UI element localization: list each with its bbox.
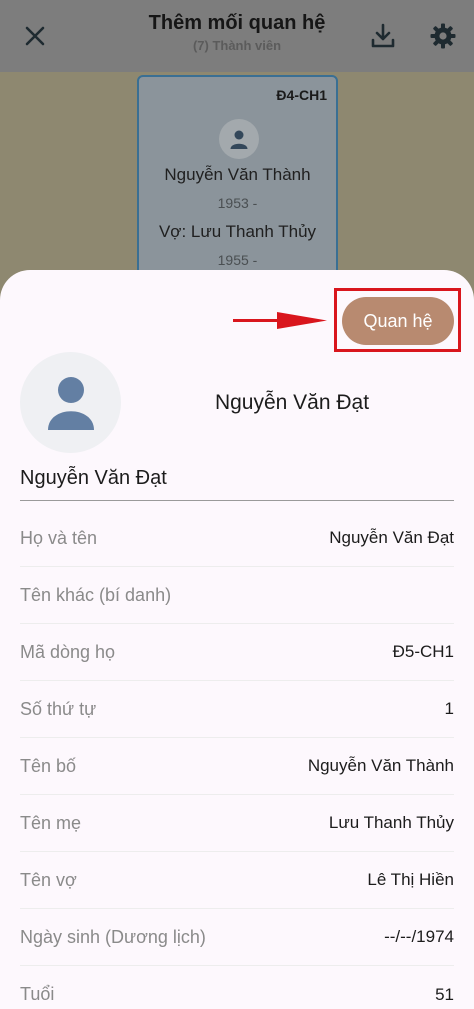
relation-button[interactable]: Quan hệ (342, 297, 454, 345)
profile-name: Nguyễn Văn Đạt (214, 391, 370, 414)
detail-label: Số thứ tự (20, 698, 97, 719)
person-icon (230, 130, 248, 149)
app-bar: Thêm mối quan hệ (7) Thành viên (0, 0, 474, 72)
member-name: Nguyễn Văn Thành (164, 165, 311, 184)
download-button[interactable] (365, 18, 401, 54)
detail-label: Tên khác (bí danh) (20, 584, 172, 605)
detail-row-order: Số thứ tự 1 (20, 681, 454, 738)
detail-row-lineage-code: Mã dòng họ Đ5-CH1 (20, 624, 454, 681)
member-count: (7) Thành viên (192, 38, 282, 53)
detail-value: Lê Thị Hiền (367, 870, 454, 889)
arrow-right-icon (233, 312, 327, 329)
detail-row-alias: Tên khác (bí danh) (20, 567, 454, 624)
detail-value: Lưu Thanh Thủy (328, 813, 454, 832)
detail-value: Nguyễn Văn Đạt (329, 528, 454, 547)
detail-label: Tên vợ (20, 869, 77, 890)
member-card[interactable]: Đ4-CH1 Nguyễn Văn Thành 1953 - Vợ: Lưu T… (137, 75, 338, 290)
avatar (219, 119, 259, 159)
detail-label: Họ và tên (20, 527, 98, 548)
detail-row-wife: Tên vợ Lê Thị Hiền (20, 852, 454, 909)
detail-value: Đ5-CH1 (392, 642, 454, 661)
member-code: Đ4-CH1 (276, 87, 327, 103)
detail-value: Nguyễn Văn Thành (307, 756, 454, 775)
detail-row-father: Tên bố Nguyễn Văn Thành (20, 738, 454, 795)
title-block: Thêm mối quan hệ (7) Thành viên (0, 12, 474, 53)
settings-button[interactable] (425, 18, 461, 54)
detail-value: --/--/1974 (384, 927, 454, 946)
detail-label: Mã dòng họ (20, 641, 116, 662)
detail-label: Tên bố (20, 755, 77, 776)
detail-label: Tên mẹ (20, 812, 82, 833)
detail-row-full-name: Họ và tên Nguyễn Văn Đạt (20, 510, 454, 567)
detail-value: 51 (435, 984, 454, 1004)
name-field[interactable]: Nguyễn Văn Đạt (20, 463, 454, 501)
member-years: 1953 - (217, 195, 258, 211)
profile-avatar[interactable] (20, 352, 121, 453)
detail-label: Ngày sinh (Dương lịch) (20, 926, 206, 947)
member-spouse: Vợ: Lưu Thanh Thủy (158, 222, 317, 241)
member-detail-sheet: Quan hệ Nguyễn Văn Đạt Nguyễn Văn Đạt Họ… (0, 270, 474, 1009)
page-title: Thêm mối quan hệ (148, 12, 326, 34)
spouse-years: 1955 - (217, 252, 258, 268)
detail-row-age: Tuổi 51 (20, 966, 454, 1009)
person-icon (47, 376, 94, 430)
detail-list: Họ và tên Nguyễn Văn Đạt Tên khác (bí da… (20, 510, 454, 1009)
detail-row-mother: Tên mẹ Lưu Thanh Thủy (20, 795, 454, 852)
detail-label: Tuổi (20, 984, 55, 1004)
detail-value: 1 (444, 699, 454, 718)
gear-icon (430, 23, 456, 49)
download-icon (371, 23, 395, 48)
detail-row-birthdate: Ngày sinh (Dương lịch) --/--/1974 (20, 909, 454, 966)
